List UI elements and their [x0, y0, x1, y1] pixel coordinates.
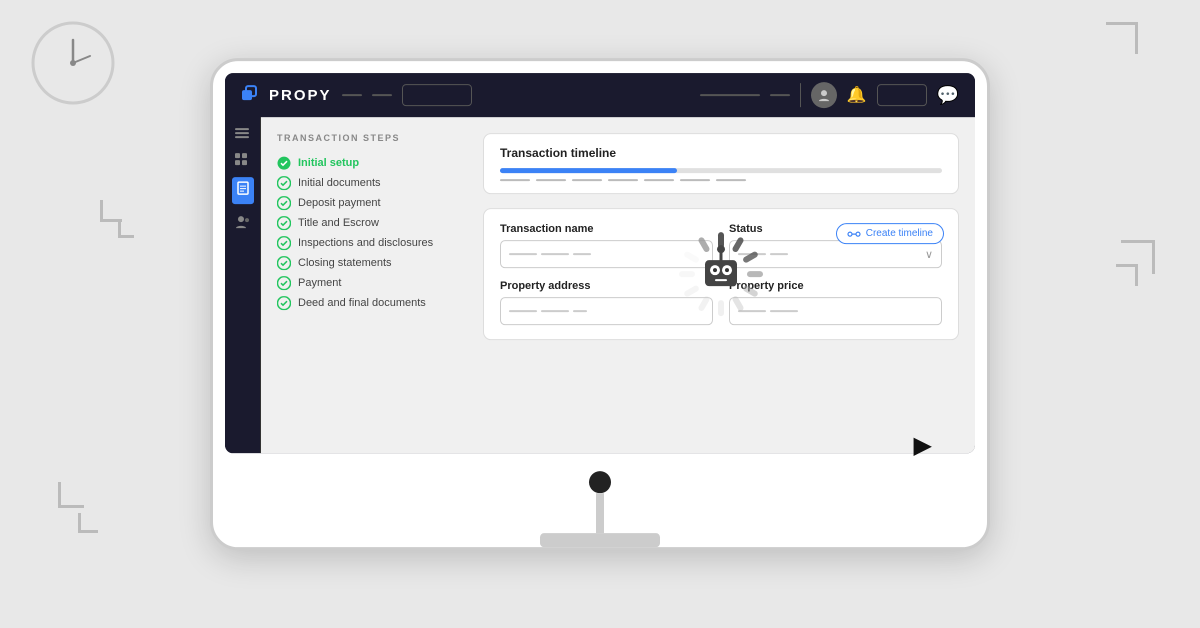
- step-check-icon: [277, 236, 291, 250]
- create-timeline-button[interactable]: Create timeline: [836, 223, 944, 244]
- step-item-closing[interactable]: Closing statements: [277, 253, 467, 273]
- step-item-title-escrow[interactable]: Title and Escrow: [277, 213, 467, 233]
- cursor-pointer: ▶: [914, 431, 932, 460]
- deco-bracket-bl-far: [58, 482, 84, 508]
- right-panel: Transaction timeline: [483, 133, 959, 437]
- step-item-initial-setup[interactable]: Initial setup: [277, 153, 467, 173]
- timeline-title: Transaction timeline: [500, 146, 942, 160]
- step-label: Initial documents: [298, 177, 381, 189]
- monitor-screen: PROPY 🔔 💬: [225, 73, 975, 453]
- deco-bracket-left1: [100, 200, 122, 222]
- deco-bracket-bl-near: [78, 513, 98, 533]
- loading-robot: [676, 229, 766, 319]
- monitor-neck: [596, 493, 604, 533]
- monitor-wrapper: PROPY 🔔 💬: [210, 58, 990, 550]
- step-label: Inspections and disclosures: [298, 237, 433, 249]
- user-avatar[interactable]: [811, 82, 837, 108]
- create-timeline-label: Create timeline: [866, 228, 933, 239]
- sidebar-grid-icon[interactable]: [235, 151, 251, 167]
- header-nav-btn[interactable]: [402, 84, 472, 106]
- chat-icon[interactable]: 💬: [937, 85, 959, 106]
- sidebar-people-icon[interactable]: [235, 214, 251, 230]
- timeline-dash: [608, 179, 638, 181]
- app-body: TRANSACTION STEPS Initial setup: [225, 117, 975, 453]
- monitor: PROPY 🔔 💬: [210, 58, 990, 550]
- header-small-btn[interactable]: [877, 84, 927, 106]
- timeline-bar-fill: [500, 168, 677, 173]
- step-item-deed[interactable]: Deed and final documents: [277, 293, 467, 313]
- sidebar-menu-icon[interactable]: [235, 125, 251, 141]
- step-item-inspections[interactable]: Inspections and disclosures: [277, 233, 467, 253]
- step-item-initial-docs[interactable]: Initial documents: [277, 173, 467, 193]
- step-check-icon: [277, 256, 291, 270]
- propy-logo-icon: [241, 84, 263, 106]
- header-dash3: [770, 94, 790, 96]
- clock-decoration: [28, 18, 118, 108]
- deco-bracket-left2: [118, 222, 134, 238]
- step-check-icon: [277, 196, 291, 210]
- sidebar-document-icon[interactable]: [232, 177, 254, 204]
- header-dash2: [372, 94, 392, 96]
- form-section: Create timeline Transaction name: [483, 208, 959, 340]
- timeline-bar-track: [500, 168, 942, 173]
- step-item-deposit[interactable]: Deposit payment: [277, 193, 467, 213]
- steps-title: TRANSACTION STEPS: [277, 133, 467, 143]
- timeline-dash: [572, 179, 602, 181]
- step-label: Deposit payment: [298, 197, 381, 209]
- monitor-dot: [589, 471, 611, 493]
- step-label: Title and Escrow: [298, 217, 379, 229]
- transaction-layout: TRANSACTION STEPS Initial setup: [277, 133, 959, 437]
- main-content: TRANSACTION STEPS Initial setup: [261, 117, 975, 453]
- step-label: Closing statements: [298, 257, 392, 269]
- bell-icon[interactable]: 🔔: [847, 85, 867, 105]
- timeline-dashes: [500, 179, 942, 181]
- logo-area: PROPY: [241, 84, 332, 106]
- step-label: Initial setup: [298, 157, 359, 169]
- step-item-payment[interactable]: Payment: [277, 273, 467, 293]
- deco-bracket-rm2: [1116, 264, 1138, 286]
- monitor-stand: [213, 465, 987, 547]
- timeline-dash: [716, 179, 746, 181]
- logo-text: PROPY: [269, 87, 332, 104]
- header-divider: [800, 83, 801, 107]
- timeline-card: Transaction timeline: [483, 133, 959, 194]
- app-header: PROPY 🔔 💬: [225, 73, 975, 117]
- timeline-dash: [680, 179, 710, 181]
- timeline-dash: [500, 179, 530, 181]
- sidebar: [225, 117, 261, 453]
- timeline-dash: [536, 179, 566, 181]
- header-dash1: [342, 94, 362, 96]
- timeline-dash: [644, 179, 674, 181]
- step-label: Deed and final documents: [298, 297, 426, 309]
- header-dash-long1: [700, 94, 760, 96]
- step-check-icon: [277, 176, 291, 190]
- step-label: Payment: [298, 277, 341, 289]
- step-check-icon: [277, 296, 291, 310]
- step-check-icon: [277, 276, 291, 290]
- steps-panel: TRANSACTION STEPS Initial setup: [277, 133, 467, 437]
- deco-bracket-tr: [1106, 22, 1138, 54]
- step-check-icon: [277, 216, 291, 230]
- step-check-icon: [277, 156, 291, 170]
- monitor-base: [540, 533, 660, 547]
